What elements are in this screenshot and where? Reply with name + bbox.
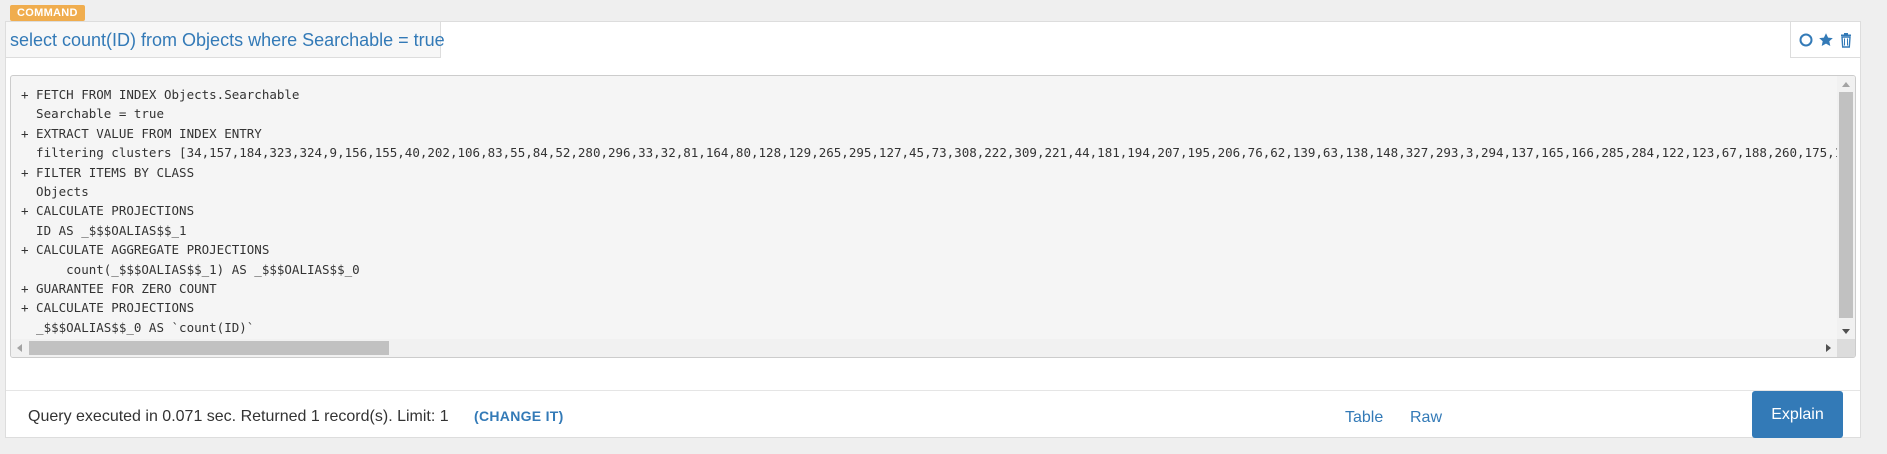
scroll-down-icon[interactable] bbox=[1842, 329, 1850, 334]
scroll-right-icon[interactable] bbox=[1826, 344, 1831, 352]
explain-result[interactable]: + FETCH FROM INDEX Objects.Searchable Se… bbox=[10, 75, 1856, 358]
horizontal-scroll-thumb[interactable] bbox=[29, 341, 389, 355]
query-status: Query executed in 0.071 sec. Returned 1 … bbox=[28, 408, 449, 425]
explain-line: count(_$$$OALIAS$$_1) AS _$$$OALIAS$$_0 bbox=[21, 261, 360, 277]
header-actions bbox=[1790, 22, 1860, 58]
vertical-scrollbar[interactable] bbox=[1837, 76, 1855, 340]
scroll-left-icon[interactable] bbox=[17, 344, 22, 352]
explain-output: + FETCH FROM INDEX Objects.Searchable Se… bbox=[21, 85, 1856, 337]
command-badge: COMMAND bbox=[10, 5, 85, 21]
query-box[interactable]: select count(ID) from Objects where Sear… bbox=[6, 22, 445, 58]
command-panel: select count(ID) from Objects where Sear… bbox=[5, 21, 1861, 438]
tab-table[interactable]: Table bbox=[1345, 409, 1383, 427]
explain-line: + CALCULATE PROJECTIONS bbox=[21, 203, 195, 219]
circle-icon[interactable] bbox=[1798, 32, 1814, 48]
explain-line: Objects bbox=[21, 184, 89, 200]
explain-line: _$$$OALIAS$$_0 AS `count(ID)` bbox=[21, 319, 255, 335]
query-text[interactable]: select count(ID) from Objects where Sear… bbox=[10, 30, 445, 51]
change-limit-link[interactable]: (CHANGE IT) bbox=[474, 408, 564, 424]
explain-line: filtering clusters [34,157,184,323,324,9… bbox=[21, 145, 1856, 161]
explain-line: + CALCULATE AGGREGATE PROJECTIONS bbox=[21, 242, 270, 258]
explain-line: + FILTER ITEMS BY CLASS bbox=[21, 164, 195, 180]
explain-line: Searchable = true bbox=[21, 106, 164, 122]
tab-raw[interactable]: Raw bbox=[1410, 409, 1442, 427]
explain-line: + CALCULATE PROJECTIONS bbox=[21, 300, 195, 316]
explain-line: + EXTRACT VALUE FROM INDEX ENTRY bbox=[21, 125, 262, 141]
scroll-up-icon[interactable] bbox=[1842, 82, 1850, 87]
vertical-scroll-thumb[interactable] bbox=[1839, 92, 1853, 318]
star-icon[interactable] bbox=[1818, 32, 1834, 48]
scrollbar-corner bbox=[1837, 339, 1855, 357]
horizontal-scrollbar[interactable] bbox=[11, 339, 1837, 357]
explain-line: ID AS _$$$OALIAS$$_1 bbox=[21, 222, 187, 238]
trash-icon[interactable] bbox=[1838, 32, 1854, 48]
explain-button[interactable]: Explain bbox=[1752, 391, 1843, 438]
explain-line: + FETCH FROM INDEX Objects.Searchable bbox=[21, 87, 300, 102]
result-footer: Query executed in 0.071 sec. Returned 1 … bbox=[6, 390, 1860, 438]
explain-line: + GUARANTEE FOR ZERO COUNT bbox=[21, 281, 217, 297]
